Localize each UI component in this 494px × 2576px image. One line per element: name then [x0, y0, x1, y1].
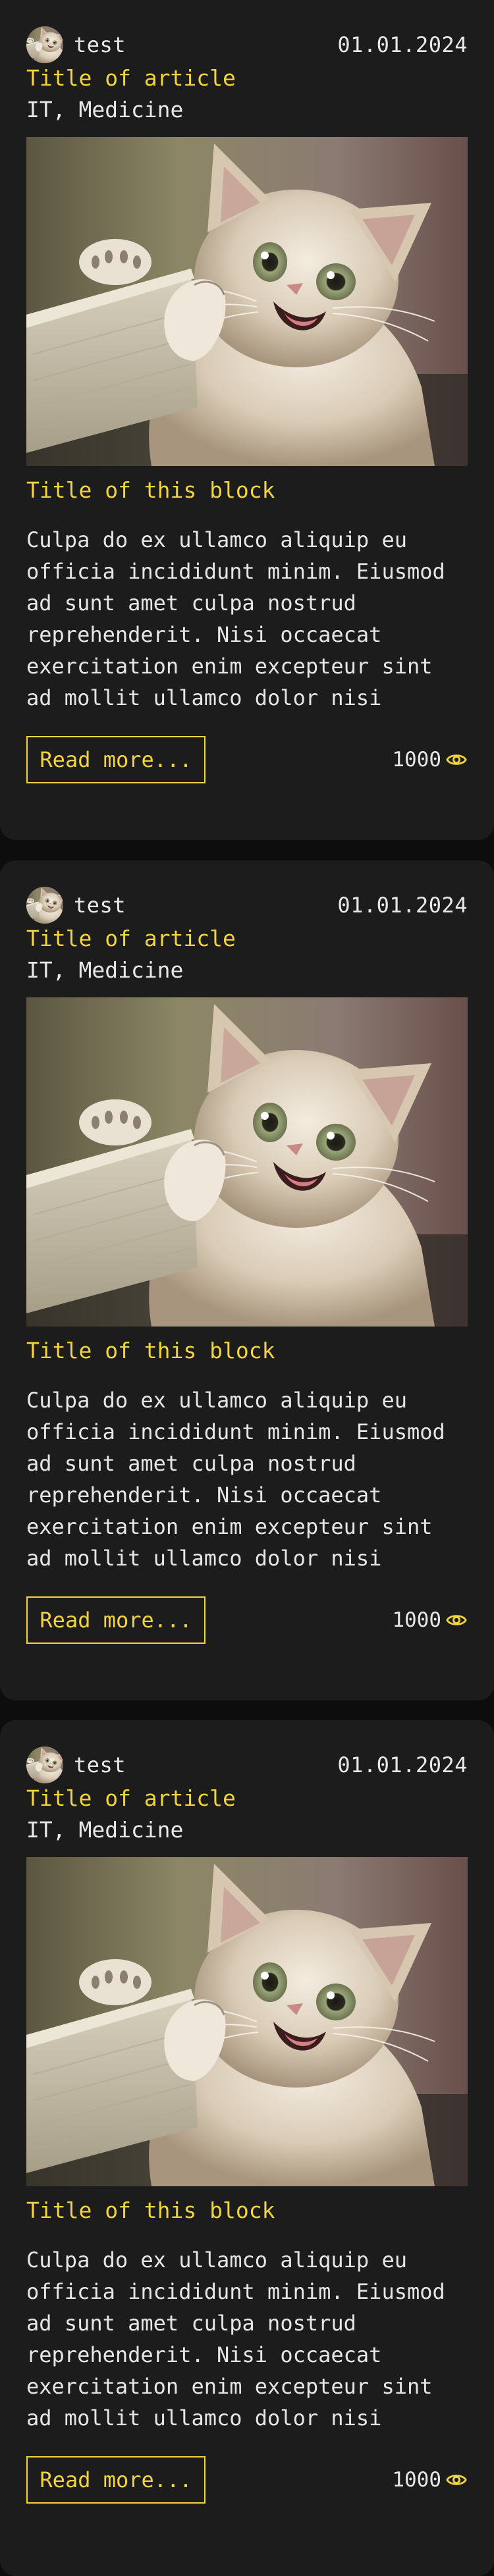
article-excerpt: Culpa do ex ullamco aliquip eu officia i… [26, 2247, 445, 2439]
post-date: 01.01.2024 [337, 1752, 468, 1777]
card-content: test 01.01.2024 Title of article IT, Med… [26, 0, 468, 783]
block-title: Title of this block [26, 2197, 275, 2223]
article-image [26, 997, 468, 1327]
author-name[interactable]: test [74, 1752, 126, 1778]
views-count: 1000 [392, 2468, 441, 2492]
author-avatar[interactable] [26, 1747, 63, 1783]
article-card: test 01.01.2024 Title of article IT, Med… [0, 1720, 494, 2576]
article-card: test 01.01.2024 Title of article IT, Med… [0, 0, 494, 840]
eye-icon [446, 2475, 467, 2485]
article-excerpt: Culpa do ex ullamco aliquip eu officia i… [26, 527, 445, 719]
view-counter: 1000 [392, 747, 468, 773]
author-avatar[interactable] [26, 887, 63, 924]
view-counter: 1000 [392, 2467, 468, 2493]
eye-icon [446, 754, 467, 765]
read-more-button[interactable]: Read more... [26, 2456, 206, 2504]
author-name[interactable]: test [74, 892, 126, 918]
article-card: test 01.01.2024 Title of article IT, Med… [0, 860, 494, 1700]
read-more-button[interactable]: Read more... [26, 736, 206, 783]
article-title[interactable]: Title of article [26, 924, 236, 954]
article-tags: IT, Medicine [26, 1817, 184, 1843]
block-title: Title of this block [26, 477, 275, 503]
article-feed: test 01.01.2024 Title of article IT, Med… [0, 0, 494, 2576]
article-title[interactable]: Title of article [26, 63, 236, 93]
article-image [26, 1857, 468, 2186]
read-more-button[interactable]: Read more... [26, 1596, 206, 1644]
article-excerpt: Culpa do ex ullamco aliquip eu officia i… [26, 1388, 445, 1579]
block-title: Title of this block [26, 1338, 275, 1363]
card-content: test 01.01.2024 Title of article IT, Med… [26, 860, 468, 1644]
article-tags: IT, Medicine [26, 97, 184, 122]
article-tags: IT, Medicine [26, 957, 184, 983]
view-counter: 1000 [392, 1607, 468, 1633]
views-count: 1000 [392, 748, 441, 772]
post-date: 01.01.2024 [337, 32, 468, 57]
author-name[interactable]: test [74, 32, 126, 58]
card-content: test 01.01.2024 Title of article IT, Med… [26, 1720, 468, 2504]
views-count: 1000 [392, 1608, 441, 1632]
eye-icon [446, 1615, 467, 1625]
article-title[interactable]: Title of article [26, 1783, 236, 1814]
article-image [26, 137, 468, 466]
author-avatar[interactable] [26, 26, 63, 63]
post-date: 01.01.2024 [337, 893, 468, 918]
